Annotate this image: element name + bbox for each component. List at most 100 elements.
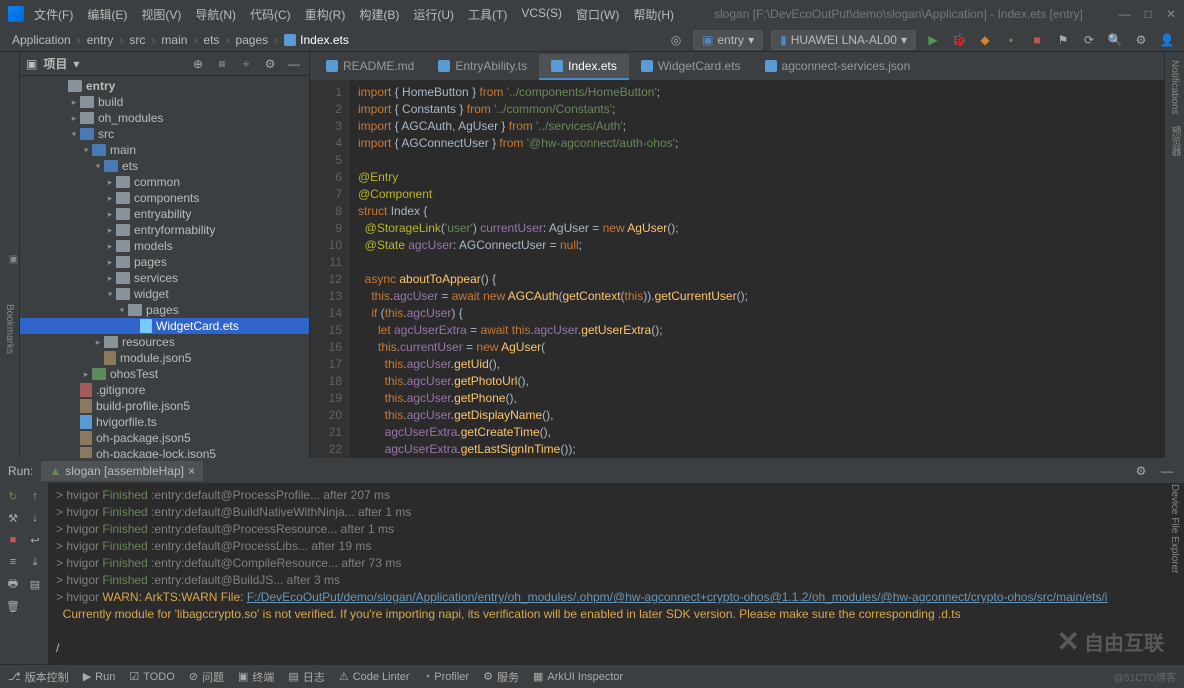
status-item[interactable]: ☑TODO bbox=[129, 669, 174, 685]
tree-row[interactable]: ▸resources bbox=[20, 334, 309, 350]
tree-row[interactable]: ▸components bbox=[20, 190, 309, 206]
status-item[interactable]: ◔Profiler bbox=[424, 669, 470, 685]
console-output[interactable]: > hvigor Finished :entry:default@Process… bbox=[48, 483, 1184, 664]
run-config-dropdown[interactable]: ▣ entry ▾ bbox=[693, 30, 763, 50]
editor-tab[interactable]: EntryAbility.ts bbox=[426, 54, 539, 80]
tree-row[interactable]: ▸models bbox=[20, 238, 309, 254]
breadcrumb-item[interactable]: entry bbox=[83, 33, 118, 47]
menu-item[interactable]: 编辑(E) bbox=[83, 6, 131, 23]
tree-row[interactable]: ▸build bbox=[20, 94, 309, 110]
tree-row[interactable]: ▸oh_modules bbox=[20, 110, 309, 126]
device-explorer-rail[interactable]: Device File Explorer bbox=[1165, 480, 1184, 577]
up-icon[interactable]: ↑ bbox=[26, 487, 44, 505]
notifications-icon[interactable]: Notifications bbox=[1169, 60, 1180, 114]
avatar-icon[interactable]: 👤 bbox=[1158, 31, 1176, 49]
status-item[interactable]: ⚙服务 bbox=[483, 669, 519, 685]
profiler-icon[interactable]: ▪ bbox=[1002, 31, 1020, 49]
menu-item[interactable]: 帮助(H) bbox=[629, 6, 678, 23]
tree-row[interactable]: oh-package.json5 bbox=[20, 430, 309, 446]
tree-row[interactable]: hvigorfile.ts bbox=[20, 414, 309, 430]
tree-row[interactable]: ▾pages bbox=[20, 302, 309, 318]
settings-icon[interactable]: ⚙ bbox=[1132, 462, 1150, 480]
target-icon[interactable]: ⊕ bbox=[189, 55, 207, 73]
menu-item[interactable]: 窗口(W) bbox=[572, 6, 623, 23]
run-tab[interactable]: ▲ slogan [assembleHap] × bbox=[41, 461, 203, 481]
menu-item[interactable]: 文件(F) bbox=[30, 6, 77, 23]
tree-row[interactable]: ▸pages bbox=[20, 254, 309, 270]
menu-item[interactable]: 代码(C) bbox=[246, 6, 295, 23]
tree-row[interactable]: build-profile.json5 bbox=[20, 398, 309, 414]
tree-row[interactable]: oh-package-lock.json5 bbox=[20, 446, 309, 458]
hide-icon[interactable]: — bbox=[285, 55, 303, 73]
collapse-icon[interactable]: ÷ bbox=[237, 55, 255, 73]
menu-item[interactable]: 构建(B) bbox=[355, 6, 403, 23]
stop-icon[interactable]: ■ bbox=[1028, 31, 1046, 49]
previewer-icon[interactable]: 预览器 bbox=[1167, 126, 1182, 156]
wrap-icon[interactable]: ↩ bbox=[26, 531, 44, 549]
menu-item[interactable]: 运行(U) bbox=[409, 6, 458, 23]
filter-icon[interactable]: ▤ bbox=[26, 575, 44, 593]
tree-row[interactable]: WidgetCard.ets bbox=[20, 318, 309, 334]
maximize-icon[interactable]: □ bbox=[1145, 7, 1152, 21]
tree-row[interactable]: ▾ets bbox=[20, 158, 309, 174]
code-area[interactable]: import { HomeButton } from '../component… bbox=[350, 80, 1164, 458]
menu-item[interactable]: 导航(N) bbox=[191, 6, 240, 23]
editor-tab[interactable]: WidgetCard.ets bbox=[629, 54, 753, 80]
status-item[interactable]: ▶Run bbox=[83, 669, 116, 685]
status-item[interactable]: ⎇版本控制 bbox=[8, 669, 69, 685]
settings-icon[interactable]: ⚙ bbox=[261, 55, 279, 73]
tree-row[interactable]: ▾src bbox=[20, 126, 309, 142]
tree-row[interactable]: ▾main bbox=[20, 142, 309, 158]
tree-row[interactable]: module.json5 bbox=[20, 350, 309, 366]
chevron-down-icon[interactable]: ▾ bbox=[73, 57, 79, 71]
editor-tab[interactable]: agconnect-services.json bbox=[753, 54, 923, 80]
status-item[interactable]: ▦ArkUI Inspector bbox=[533, 669, 623, 685]
delete-icon[interactable]: 🗑 bbox=[4, 597, 22, 615]
close-icon[interactable]: ✕ bbox=[1166, 7, 1176, 21]
coverage-icon[interactable]: ◆ bbox=[976, 31, 994, 49]
compass-icon[interactable]: ◎ bbox=[667, 31, 685, 49]
breadcrumb-item[interactable]: main bbox=[157, 33, 191, 47]
debug-icon[interactable]: 🐞 bbox=[950, 31, 968, 49]
hide-icon[interactable]: — bbox=[1158, 462, 1176, 480]
config-icon[interactable]: ⚒ bbox=[4, 509, 22, 527]
breadcrumb-item[interactable]: Index.ets bbox=[280, 33, 353, 47]
tree-row[interactable]: ▾widget bbox=[20, 286, 309, 302]
editor-tab[interactable]: Index.ets bbox=[539, 54, 629, 80]
attach-icon[interactable]: ⚑ bbox=[1054, 31, 1072, 49]
status-item[interactable]: ⊘问题 bbox=[189, 669, 224, 685]
menu-item[interactable]: VCS(S) bbox=[517, 6, 566, 23]
minimize-icon[interactable]: — bbox=[1119, 7, 1131, 21]
settings-icon[interactable]: ⚙ bbox=[1132, 31, 1150, 49]
breadcrumb-item[interactable]: Application bbox=[8, 33, 75, 47]
print-icon[interactable]: 🖶 bbox=[4, 575, 22, 593]
down-icon[interactable]: ↓ bbox=[26, 509, 44, 527]
tree-row[interactable]: .gitignore bbox=[20, 382, 309, 398]
expand-icon[interactable]: ≡ bbox=[213, 55, 231, 73]
status-item[interactable]: ▤日志 bbox=[288, 669, 324, 685]
tree-row[interactable]: ▸ohosTest bbox=[20, 366, 309, 382]
editor-tab[interactable]: README.md bbox=[314, 54, 426, 80]
stop-icon[interactable]: ■ bbox=[4, 531, 22, 549]
status-item[interactable]: ⚠Code Linter bbox=[339, 669, 410, 685]
project-tool-icon[interactable]: ▣ bbox=[8, 254, 19, 265]
close-tab-icon[interactable]: × bbox=[188, 464, 195, 478]
search-icon[interactable]: 🔍 bbox=[1106, 31, 1124, 49]
menu-item[interactable]: 重构(R) bbox=[301, 6, 350, 23]
rerun-icon[interactable]: ↻ bbox=[4, 487, 22, 505]
run-icon[interactable]: ▶ bbox=[924, 31, 942, 49]
sync-icon[interactable]: ⟳ bbox=[1080, 31, 1098, 49]
menu-item[interactable]: 视图(V) bbox=[137, 6, 185, 23]
tree-row[interactable]: ▸common bbox=[20, 174, 309, 190]
breadcrumb-item[interactable]: ets bbox=[199, 33, 223, 47]
breadcrumb-item[interactable]: src bbox=[125, 33, 149, 47]
menu-item[interactable]: 工具(T) bbox=[464, 6, 511, 23]
bookmarks-rail[interactable]: Bookmarks bbox=[0, 300, 19, 358]
scroll-icon[interactable]: ⤓ bbox=[26, 553, 44, 571]
tree-row[interactable]: entry bbox=[20, 78, 309, 94]
tree-row[interactable]: ▸services bbox=[20, 270, 309, 286]
breadcrumb-item[interactable]: pages bbox=[231, 33, 272, 47]
status-item[interactable]: ▣终端 bbox=[238, 669, 274, 685]
tree-row[interactable]: ▸entryability bbox=[20, 206, 309, 222]
layout-icon[interactable]: ≡ bbox=[4, 553, 22, 571]
